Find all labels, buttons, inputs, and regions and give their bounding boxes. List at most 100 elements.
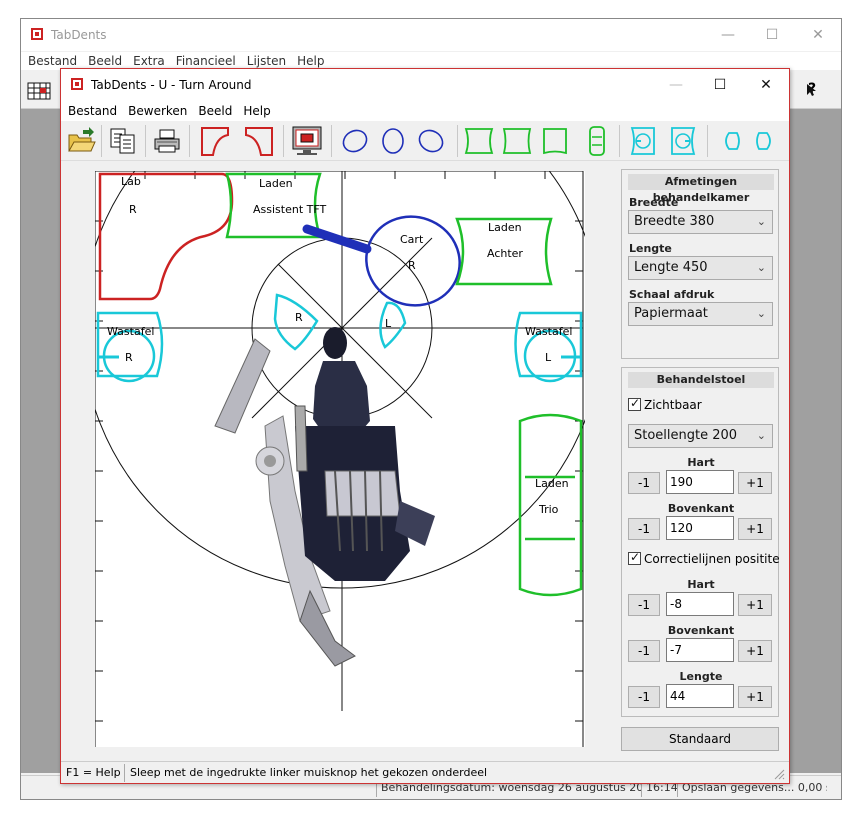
main-title-bar: TabDents — ☐ ✕ xyxy=(21,19,841,51)
wastafel-left-side-label: R xyxy=(125,351,133,364)
top-plus-button[interactable]: +1 xyxy=(738,518,772,540)
chevron-down-icon: ⌄ xyxy=(756,307,766,320)
length-select[interactable]: Lengte 450 ⌄ xyxy=(628,256,773,280)
wastafel-right-label: Wastafel xyxy=(525,325,573,338)
room-dimensions-panel: Afmetingen behandelkamer Breedte Breedte… xyxy=(621,169,779,359)
corr-top-plus-button[interactable]: +1 xyxy=(738,640,772,662)
checkbox-checked-icon xyxy=(628,396,641,411)
wastafel-left-label: Wastafel xyxy=(107,325,155,338)
help-hint: F1 = Help xyxy=(61,764,125,782)
corr-hart-minus-button[interactable]: -1 xyxy=(628,594,660,616)
length-select-value: Lengte 450 xyxy=(634,260,708,275)
corr-top-label: Bovenkant xyxy=(667,624,735,637)
sink-left-icon[interactable] xyxy=(627,125,659,157)
scale-select[interactable]: Papiermaat ⌄ xyxy=(628,302,773,326)
inner-menu-bestand[interactable]: Bestand xyxy=(61,101,121,121)
oval-tilt-left-icon[interactable] xyxy=(339,125,371,157)
inner-close-button[interactable]: ✕ xyxy=(743,69,789,101)
visible-checkbox[interactable]: Zichtbaar xyxy=(628,396,702,412)
inner-menu-bar: Bestand Bewerken Beeld Help xyxy=(61,101,789,121)
floor-plan-canvas[interactable]: Lab R Laden Assistent TFT Cart R Laden A… xyxy=(95,171,585,747)
hart-label: Hart xyxy=(687,456,715,469)
chair-panel: Behandelstoel Zichtbaar Stoellengte 200 ⌄… xyxy=(621,367,780,717)
copy-icon[interactable] xyxy=(107,125,139,157)
room-dimensions-heading: Afmetingen behandelkamer xyxy=(628,174,774,204)
corr-length-minus-button[interactable]: -1 xyxy=(628,686,660,708)
drawer-unit-split-icon[interactable] xyxy=(501,125,533,157)
inner-app-icon xyxy=(71,78,83,90)
sink-round-right-icon[interactable] xyxy=(751,125,783,157)
cart-label: Cart xyxy=(400,233,424,246)
chair-length-select[interactable]: Stoellengte 200 ⌄ xyxy=(628,424,773,448)
sink-round-left-icon[interactable] xyxy=(713,125,745,157)
drawer-unit-concave-icon[interactable] xyxy=(463,125,495,157)
main-minimize-button[interactable]: — xyxy=(705,19,751,51)
corr-hart-plus-button[interactable]: +1 xyxy=(738,594,772,616)
turn-around-window: TabDents - U - Turn Around — ☐ ✕ Bestand… xyxy=(60,68,790,784)
inner-status-bar: F1 = Help Sleep met de ingedrukte linker… xyxy=(61,761,789,783)
inner-menu-help[interactable]: Help xyxy=(236,101,274,121)
drawer-unit-vertical-icon[interactable] xyxy=(581,125,613,157)
resize-grip-icon[interactable] xyxy=(773,768,785,780)
scale-label: Schaal afdruk xyxy=(629,288,715,301)
print-icon[interactable] xyxy=(151,125,183,157)
hart-minus-button[interactable]: -1 xyxy=(628,472,660,494)
chair-length-value: Stoellengte 200 xyxy=(634,428,738,443)
wastafel-right-side-label: L xyxy=(545,351,552,364)
length-label: Lengte xyxy=(629,242,672,255)
inner-menu-beeld[interactable]: Beeld xyxy=(191,101,236,121)
visible-label: Zichtbaar xyxy=(644,398,702,412)
corr-length-label: Lengte xyxy=(679,670,723,683)
chair-heading: Behandelstoel xyxy=(628,372,774,388)
inner-toolbar xyxy=(61,121,789,161)
status-message: Sleep met de ingedrukte linker muisknop … xyxy=(130,766,488,779)
laden-assistent-label: Laden xyxy=(259,177,293,190)
width-label: Breedte xyxy=(629,196,679,209)
correction-lines-checkbox[interactable]: Correctielijnen positite xyxy=(628,550,780,566)
hart-plus-button[interactable]: +1 xyxy=(738,472,772,494)
inner-menu-bewerken[interactable]: Bewerken xyxy=(121,101,191,121)
lab-label: Lab xyxy=(121,175,141,188)
sink-right-icon[interactable] xyxy=(667,125,699,157)
laden-assistent-sub-label: Assistent TFT xyxy=(253,203,327,216)
top-label: Bovenkant xyxy=(667,502,735,515)
width-select[interactable]: Breedte 380 ⌄ xyxy=(628,210,773,234)
lab-side-label: R xyxy=(129,203,137,216)
scale-select-value: Papiermaat xyxy=(634,306,708,321)
corr-hart-label: Hart xyxy=(687,578,715,591)
drawer-unit-tall-icon[interactable] xyxy=(539,125,571,157)
laden-achter-sub-label: Achter xyxy=(487,247,523,260)
chair-view-icon[interactable] xyxy=(291,125,323,157)
top-input[interactable]: 120 xyxy=(666,516,734,540)
chevron-down-icon: ⌄ xyxy=(756,429,766,442)
left-corner-red-icon[interactable] xyxy=(199,125,231,157)
laden-achter-label: Laden xyxy=(488,221,522,234)
corr-top-minus-button[interactable]: -1 xyxy=(628,640,660,662)
main-window-title: TabDents xyxy=(51,28,107,42)
inner-minimize-button[interactable]: — xyxy=(653,69,699,101)
corr-top-input[interactable]: -7 xyxy=(666,638,734,662)
main-maximize-button[interactable]: ☐ xyxy=(749,19,795,51)
laden-trio-sub-label: Trio xyxy=(539,503,559,516)
width-select-value: Breedte 380 xyxy=(634,214,715,229)
right-corner-red-icon[interactable] xyxy=(243,125,275,157)
small-sink-right-label: L xyxy=(385,317,392,330)
oval-tilt-right-icon[interactable] xyxy=(415,125,447,157)
inner-maximize-button[interactable]: ☐ xyxy=(697,69,743,101)
corr-length-input[interactable]: 44 xyxy=(666,684,734,708)
chevron-down-icon: ⌄ xyxy=(756,215,766,228)
main-close-button[interactable]: ✕ xyxy=(795,19,841,51)
standard-button[interactable]: Standaard xyxy=(621,727,779,751)
correction-lines-label: Correctielijnen positite xyxy=(644,552,780,566)
checkbox-checked-icon xyxy=(628,550,641,565)
top-minus-button[interactable]: -1 xyxy=(628,518,660,540)
small-sink-left-label: R xyxy=(295,311,303,324)
open-folder-icon[interactable] xyxy=(65,125,97,157)
hart-input[interactable]: 190 xyxy=(666,470,734,494)
oval-icon[interactable] xyxy=(377,125,409,157)
calendar-grid-icon[interactable] xyxy=(27,81,53,101)
corr-hart-input[interactable]: -8 xyxy=(666,592,734,616)
dental-chair-image[interactable] xyxy=(214,327,435,667)
inner-window-title: TabDents - U - Turn Around xyxy=(91,78,252,92)
corr-length-plus-button[interactable]: +1 xyxy=(738,686,772,708)
